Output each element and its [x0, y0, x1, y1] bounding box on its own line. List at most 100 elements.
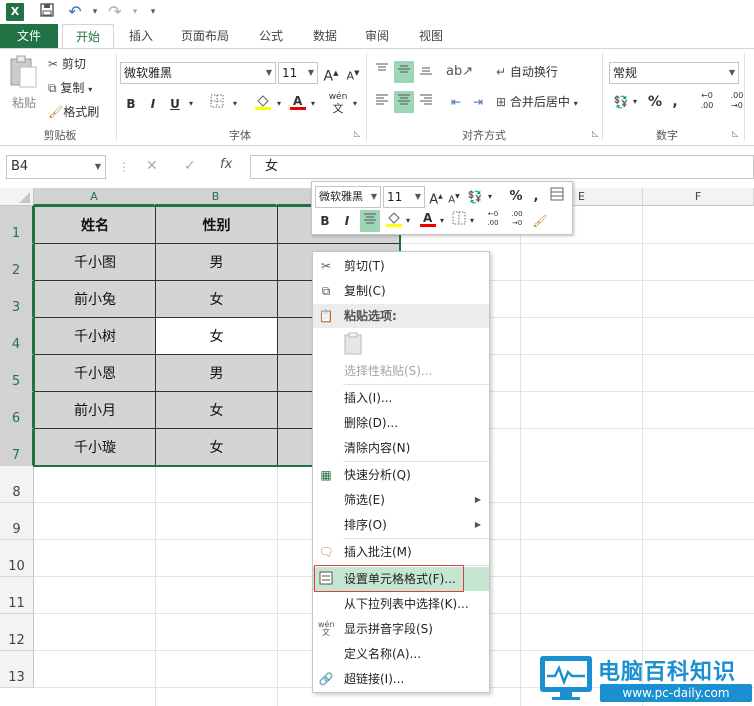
- tab-formulas[interactable]: 公式: [248, 24, 294, 48]
- borders-dropdown-icon[interactable]: ▾: [230, 93, 240, 115]
- shrink-font-button[interactable]: A▼: [343, 62, 363, 84]
- mini-italic-button[interactable]: I: [339, 210, 355, 232]
- formula-input[interactable]: 女: [250, 155, 754, 179]
- table-cell[interactable]: 前小月: [35, 392, 156, 429]
- italic-button[interactable]: I: [144, 93, 162, 115]
- font-color-button[interactable]: A: [288, 93, 308, 115]
- font-size-combo[interactable]: 11 ▼: [278, 62, 318, 84]
- redo-icon[interactable]: ↷: [106, 3, 124, 21]
- percent-button[interactable]: %: [646, 91, 664, 113]
- phonetic-dropdown-icon[interactable]: ▾: [350, 93, 360, 115]
- mini-decrease-decimal-button[interactable]: .00 →0: [506, 210, 528, 232]
- enter-icon[interactable]: ✓: [184, 158, 196, 174]
- alignment-dialog-launcher-icon[interactable]: ◺: [592, 129, 598, 138]
- font-dialog-launcher-icon[interactable]: ◺: [354, 129, 360, 138]
- table-cell[interactable]: 男: [156, 355, 278, 392]
- menu-item-pick-from-list[interactable]: 从下拉列表中选择(K)...: [313, 592, 489, 616]
- row-header-4[interactable]: 4: [0, 318, 34, 355]
- table-cell[interactable]: 千小璇: [35, 429, 156, 466]
- mini-grow-font-button[interactable]: A▲: [428, 186, 444, 208]
- table-cell[interactable]: 性别: [156, 207, 278, 244]
- decrease-decimal-button[interactable]: .00 →0: [724, 91, 750, 113]
- comma-button[interactable]: ,: [668, 91, 682, 113]
- table-cell[interactable]: 千小图: [35, 244, 156, 281]
- underline-dropdown-icon[interactable]: ▾: [186, 93, 196, 115]
- mini-format-button[interactable]: [548, 186, 566, 208]
- increase-indent-button[interactable]: ⇥: [468, 91, 488, 113]
- table-cell[interactable]: 男: [156, 244, 278, 281]
- tab-home[interactable]: 开始: [62, 24, 114, 48]
- menu-item-hyperlink[interactable]: 🔗 超链接(I)...: [313, 667, 489, 691]
- bold-button[interactable]: B: [122, 93, 140, 115]
- wrap-text-button[interactable]: ↵ 自动换行: [496, 61, 572, 83]
- row-header-9[interactable]: 9: [0, 503, 34, 540]
- accounting-format-button[interactable]: 💱: [610, 91, 632, 113]
- paste-option-button[interactable]: [343, 332, 367, 358]
- menu-item-insert-comment[interactable]: 🗨 插入批注(M): [313, 540, 489, 564]
- tab-view[interactable]: 视图: [408, 24, 454, 48]
- row-header-10[interactable]: 10: [0, 540, 34, 577]
- mini-accounting-dropdown-icon[interactable]: ▾: [486, 186, 494, 208]
- customize-toolbar-icon[interactable]: ▾: [144, 3, 162, 21]
- borders-button[interactable]: [206, 93, 228, 115]
- cancel-icon[interactable]: ✕: [146, 158, 158, 174]
- decrease-indent-button[interactable]: ⇤: [446, 91, 466, 113]
- menu-item-sort[interactable]: 排序(O) ▶: [313, 513, 489, 537]
- tab-review[interactable]: 审阅: [354, 24, 400, 48]
- mini-center-button[interactable]: [360, 210, 380, 232]
- row-header-5[interactable]: 5: [0, 355, 34, 392]
- select-all-corner[interactable]: [0, 188, 34, 206]
- row-header-3[interactable]: 3: [0, 281, 34, 318]
- table-cell[interactable]: 姓名: [35, 207, 156, 244]
- number-dialog-launcher-icon[interactable]: ◺: [732, 129, 738, 138]
- mini-accounting-button[interactable]: 💱: [464, 186, 486, 208]
- align-bottom-button[interactable]: [416, 61, 436, 83]
- row-header-7[interactable]: 7: [0, 429, 34, 466]
- orientation-button[interactable]: ab↗: [446, 61, 473, 83]
- column-header-f[interactable]: F: [643, 188, 754, 206]
- mini-increase-decimal-button[interactable]: ←0.00: [482, 210, 504, 232]
- undo-icon[interactable]: ↶: [66, 3, 84, 21]
- menu-item-format-cells[interactable]: 设置单元格格式(F)...: [313, 567, 489, 591]
- row-header-13[interactable]: 13: [0, 651, 34, 688]
- menu-item-clear-contents[interactable]: 清除内容(N): [313, 436, 489, 460]
- font-color-dropdown-icon[interactable]: ▾: [308, 93, 318, 115]
- save-icon[interactable]: [38, 3, 56, 21]
- menu-item-filter[interactable]: 筛选(E) ▶: [313, 488, 489, 512]
- column-header-b[interactable]: B: [155, 188, 277, 206]
- menu-item-show-phonetic[interactable]: wén 文显示拼音字段(S): [313, 617, 489, 641]
- row-header-1[interactable]: 1: [0, 206, 34, 244]
- merge-center-button[interactable]: ⊞ 合并后居中 ▾: [496, 91, 596, 113]
- table-cell[interactable]: 千小恩: [35, 355, 156, 392]
- mini-font-size-combo[interactable]: 11 ▼: [383, 186, 425, 208]
- mini-font-name-combo[interactable]: 微软雅黑 ▼: [315, 186, 381, 208]
- table-cell[interactable]: 女: [156, 281, 278, 318]
- increase-decimal-button[interactable]: ←0 .00: [694, 91, 720, 113]
- tab-data[interactable]: 数据: [302, 24, 348, 48]
- mini-bold-button[interactable]: B: [317, 210, 333, 232]
- align-top-button[interactable]: [372, 61, 392, 83]
- grow-font-button[interactable]: A▲: [321, 62, 341, 85]
- mini-borders-button[interactable]: [450, 210, 468, 232]
- phonetic-button[interactable]: wén 文: [326, 91, 350, 115]
- row-header-11[interactable]: 11: [0, 577, 34, 614]
- cut-button[interactable]: ✂ 剪切: [48, 53, 108, 75]
- row-header-2[interactable]: 2: [0, 244, 34, 281]
- menu-item-quick-analysis[interactable]: ▦ 快速分析(Q): [313, 463, 489, 487]
- fill-color-button[interactable]: [252, 93, 274, 115]
- menu-item-delete[interactable]: 删除(D)...: [313, 411, 489, 435]
- table-cell[interactable]: 前小兔: [35, 281, 156, 318]
- format-painter-button[interactable]: 🖌格式刷: [48, 101, 110, 123]
- menu-item-insert[interactable]: 插入(I)...: [313, 386, 489, 410]
- mini-font-color-dropdown-icon[interactable]: ▾: [438, 210, 446, 232]
- mini-shrink-font-button[interactable]: A▼: [446, 186, 462, 208]
- menu-item-define-name[interactable]: 定义名称(A)...: [313, 642, 489, 666]
- column-header-a[interactable]: A: [34, 188, 155, 206]
- align-left-button[interactable]: [372, 91, 392, 113]
- menu-item-paste-special[interactable]: 选择性粘贴(S)...: [313, 359, 489, 383]
- table-cell[interactable]: 女: [156, 392, 278, 429]
- tab-page-layout[interactable]: 页面布局: [172, 24, 238, 48]
- font-name-combo[interactable]: 微软雅黑 ▼: [120, 62, 276, 84]
- table-cell[interactable]: 千小树: [35, 318, 156, 355]
- accounting-dropdown-icon[interactable]: ▾: [630, 91, 640, 113]
